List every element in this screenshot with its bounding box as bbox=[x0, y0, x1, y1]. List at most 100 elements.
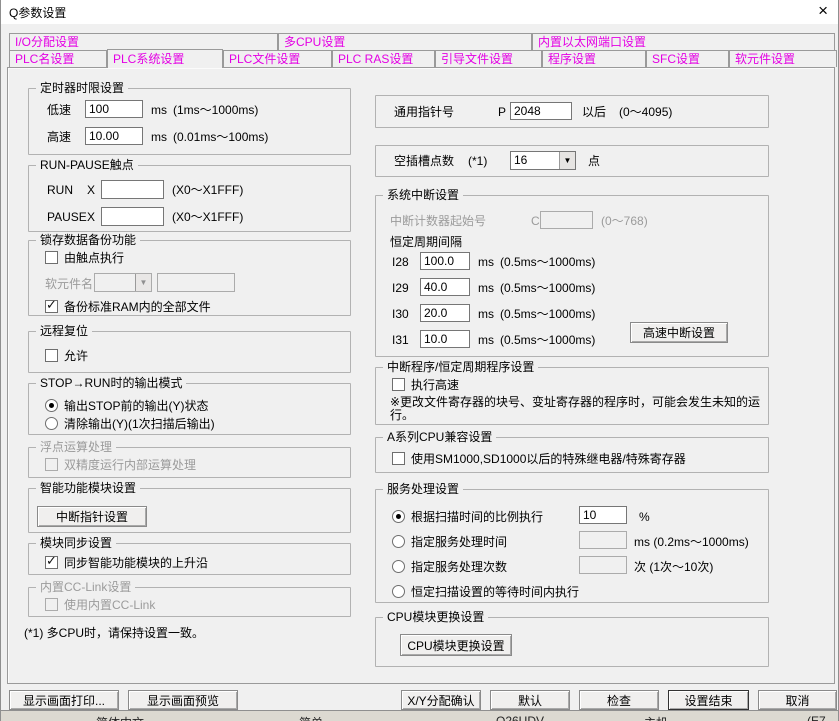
group-title: 智能功能模块设置 bbox=[36, 481, 140, 495]
group-module-sync: 模块同步设置 ✓ 同步智能功能模块的上升沿 bbox=[28, 543, 351, 575]
tab-program[interactable]: 程序设置 bbox=[542, 50, 646, 67]
tab-boot-file[interactable]: 引导文件设置 bbox=[435, 50, 542, 67]
remote-reset-allow-checkbox[interactable] bbox=[45, 349, 58, 362]
end-setting-button[interactable]: 设置结束 bbox=[668, 690, 749, 710]
run-label: RUN bbox=[47, 183, 73, 197]
timer-low-range: (1ms～1000ms) bbox=[173, 103, 258, 117]
default-button[interactable]: 默认 bbox=[490, 690, 570, 710]
output-mode-keep-radio[interactable] bbox=[45, 399, 58, 412]
backup-standard-ram-checkbox[interactable]: ✓ bbox=[45, 300, 58, 313]
output-mode-clear-radio[interactable] bbox=[45, 417, 58, 430]
service-count-input bbox=[579, 556, 627, 574]
pause-contact-input[interactable] bbox=[101, 207, 164, 226]
module-sync-checkbox[interactable]: ✓ bbox=[45, 556, 58, 569]
empty-slot-unit: 点 bbox=[588, 154, 600, 168]
empty-slot-points-value: 16 bbox=[511, 152, 559, 169]
service-scan-ratio-radio[interactable] bbox=[392, 510, 405, 523]
group-timer-limit: 定时器时限设置 低速 ms (1ms～1000ms) 高速 ms (0.01ms… bbox=[28, 88, 351, 155]
service-time-label: 指定服务处理时间 bbox=[411, 535, 507, 549]
interrupt-row-unit: ms bbox=[478, 255, 494, 269]
group-remote-reset: 远程复位 允许 bbox=[28, 331, 351, 373]
execute-high-speed-checkbox[interactable] bbox=[392, 378, 405, 391]
tab-plc-file[interactable]: PLC文件设置 bbox=[223, 50, 332, 67]
group-title: 浮点运算处理 bbox=[36, 440, 116, 454]
interrupt-counter-input bbox=[540, 211, 593, 229]
run-contact-input[interactable] bbox=[101, 180, 164, 199]
service-scan-ratio-input[interactable] bbox=[579, 506, 627, 524]
service-count-label: 指定服务处理次数 bbox=[411, 560, 507, 574]
group-title: CPU模块更换设置 bbox=[383, 610, 488, 624]
group-builtin-cclink: 内置CC-Link设置 使用内置CC-Link bbox=[28, 587, 351, 617]
pause-x-prefix: X bbox=[87, 210, 95, 224]
group-title: 系统中断设置 bbox=[383, 188, 463, 202]
timer-high-input[interactable] bbox=[85, 127, 143, 145]
interrupt-row-unit: ms bbox=[478, 281, 494, 295]
pause-label: PAUSE bbox=[47, 210, 87, 224]
group-common-pointer: 通用指针号 P 以后 (0～4095) bbox=[375, 95, 769, 128]
group-interrupt-program: 中断程序/恒定周期程序设置 执行高速 ※更改文件寄存器的块号、变址寄存器的程序时… bbox=[375, 367, 769, 425]
service-scan-ratio-label: 根据扫描时间的比例执行 bbox=[411, 510, 543, 524]
by-contact-checkbox[interactable] bbox=[45, 251, 58, 264]
tab-io-assignment[interactable]: I/O分配设置 bbox=[9, 33, 278, 50]
interrupt-program-warning: ※更改文件寄存器的块号、变址寄存器的程序时，可能会发生未知的运行。 bbox=[390, 396, 762, 422]
check-icon: ✓ bbox=[46, 554, 57, 567]
timer-low-label: 低速 bbox=[47, 103, 71, 117]
interrupt-row-range: (0.5ms～1000ms) bbox=[500, 255, 595, 269]
high-speed-interrupt-button[interactable]: 高速中断设置 bbox=[630, 322, 728, 343]
interrupt-i30-input[interactable] bbox=[420, 304, 470, 322]
group-cpu-replacement: CPU模块更换设置 CPU模块更换设置 bbox=[375, 617, 769, 667]
dialog-q-parameter-settings: Q参数设置 × I/O分配设置 多CPU设置 内置以太网端口设置 PLC名设置 … bbox=[0, 0, 839, 721]
close-icon[interactable]: × bbox=[818, 0, 828, 22]
group-title: 锁存数据备份功能 bbox=[36, 233, 140, 247]
interrupt-counter-range: (0～768) bbox=[601, 214, 648, 228]
run-x-prefix: X bbox=[87, 183, 95, 197]
fixed-cycle-label: 恒定周期间隔 bbox=[390, 235, 462, 249]
double-precision-checkbox bbox=[45, 458, 58, 471]
interrupt-pointer-setting-button[interactable]: 中断指针设置 bbox=[37, 506, 147, 527]
group-title: A系列CPU兼容设置 bbox=[383, 430, 496, 444]
remote-reset-allow-label: 允许 bbox=[64, 349, 88, 363]
timer-high-label: 高速 bbox=[47, 130, 71, 144]
service-count-unit: 次 (1次～10次) bbox=[634, 560, 713, 574]
timer-low-input[interactable] bbox=[85, 100, 143, 118]
preview-screen-button[interactable]: 显示画面预览 bbox=[128, 690, 238, 710]
group-title: 服务处理设置 bbox=[383, 482, 463, 496]
interrupt-row-name: I29 bbox=[392, 281, 409, 295]
group-latch-data-backup: 锁存数据备份功能 由触点执行 软元件名 ▼ ✓ 备份标准RAM内的全部文件 bbox=[28, 240, 351, 316]
empty-slot-points-select[interactable]: 16 ▼ bbox=[510, 151, 576, 170]
statusbar-fragment: 简体中文 bbox=[96, 714, 144, 721]
interrupt-i28-input[interactable] bbox=[420, 252, 470, 270]
group-title: RUN-PAUSE触点 bbox=[36, 158, 138, 172]
tab-builtin-ethernet[interactable]: 内置以太网端口设置 bbox=[532, 33, 835, 50]
cpu-module-replacement-button[interactable]: CPU模块更换设置 bbox=[400, 634, 512, 656]
print-screen-button[interactable]: 显示画面打印... bbox=[9, 690, 119, 710]
dialog-title: Q参数设置 bbox=[9, 4, 66, 21]
common-pointer-label: 通用指针号 bbox=[394, 105, 454, 119]
interrupt-counter-label: 中断计数器起始号 bbox=[390, 214, 486, 228]
interrupt-i31-input[interactable] bbox=[420, 330, 470, 348]
common-pointer-input[interactable] bbox=[510, 102, 572, 120]
check-button[interactable]: 检查 bbox=[579, 690, 659, 710]
interrupt-row-range: (0.5ms～1000ms) bbox=[500, 307, 595, 321]
interrupt-i29-input[interactable] bbox=[420, 278, 470, 296]
output-mode-clear-label: 清除输出(Y)(1次扫描后输出) bbox=[64, 417, 215, 431]
module-sync-label: 同步智能功能模块的上升沿 bbox=[64, 556, 208, 570]
service-count-radio[interactable] bbox=[392, 560, 405, 573]
tab-device[interactable]: 软元件设置 bbox=[729, 50, 837, 67]
xy-assignment-confirm-button[interactable]: X/Y分配确认 bbox=[401, 690, 481, 710]
title-bar: Q参数设置 × bbox=[1, 0, 838, 24]
tab-plc-system[interactable]: PLC系统设置 bbox=[107, 49, 223, 68]
service-time-radio[interactable] bbox=[392, 535, 405, 548]
tab-plc-name[interactable]: PLC名设置 bbox=[9, 50, 107, 67]
service-constant-scan-radio[interactable] bbox=[392, 585, 405, 598]
use-sm1000-checkbox[interactable] bbox=[392, 452, 405, 465]
tab-sfc[interactable]: SFC设置 bbox=[646, 50, 729, 67]
service-time-unit: ms (0.2ms～1000ms) bbox=[634, 535, 749, 549]
by-contact-label: 由触点执行 bbox=[64, 251, 124, 265]
empty-slot-note: (*1) bbox=[468, 154, 487, 168]
tab-multi-cpu[interactable]: 多CPU设置 bbox=[278, 33, 532, 50]
device-name-label: 软元件名 bbox=[45, 277, 93, 291]
tab-plc-ras[interactable]: PLC RAS设置 bbox=[332, 50, 435, 67]
background-statusbar-strip: 简体中文 简单 Q26UDV 主机 (E7 bbox=[1, 710, 839, 721]
cancel-button[interactable]: 取消 bbox=[758, 690, 837, 710]
